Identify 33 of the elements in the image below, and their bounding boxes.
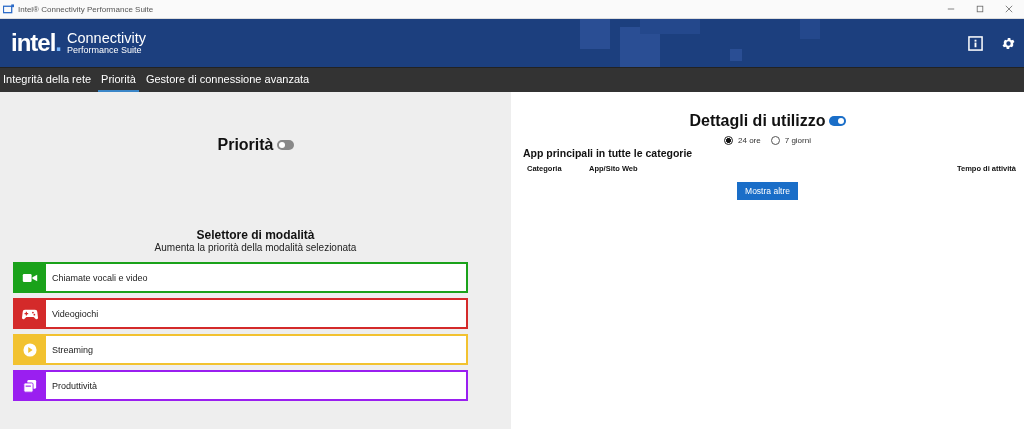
mode-option[interactable]: Chiamate vocali e video — [13, 262, 468, 293]
section-title: Dettagli di utilizzo — [689, 112, 826, 130]
info-icon[interactable] — [968, 35, 983, 51]
toggle-switch[interactable] — [828, 116, 846, 126]
table-title: App principali in tutte le categorie — [523, 147, 694, 159]
brand-logo: intel. — [11, 29, 61, 57]
window-title: Intel® Connectivity Performance Suite — [18, 4, 154, 14]
section-title: Priorità — [217, 136, 274, 154]
mode-label: Chiamate vocali e video — [52, 272, 148, 283]
section-title: Selettore di modalità — [196, 228, 315, 242]
product-name: Connectivity — [67, 31, 146, 46]
radio-button[interactable] — [770, 136, 780, 145]
mode-label: Streaming — [52, 344, 94, 355]
app-icon — [3, 4, 14, 14]
mode-label: Videogiochi — [52, 308, 99, 319]
mode-option[interactable]: Videogiochi — [13, 298, 468, 329]
maximize-icon[interactable] — [976, 5, 984, 13]
radio-button[interactable] — [724, 136, 734, 145]
mode-label: Produttività — [52, 380, 98, 391]
toggle-switch[interactable] — [276, 140, 294, 150]
section-subtitle: Aumenta la priorità della modalità selezionata — [154, 242, 357, 253]
close-icon[interactable] — [1005, 5, 1013, 13]
show-more-button[interactable]: Mostra altre — [737, 182, 798, 200]
nav-tab[interactable]: Gestore di connessione avanzata — [142, 68, 313, 92]
stacked-windows-icon — [21, 378, 38, 393]
radio-label: 24 ore — [738, 136, 761, 145]
play-icon — [21, 342, 38, 357]
mode-option[interactable]: Produttività — [13, 370, 468, 401]
radio-label: 7 giorni — [784, 136, 811, 145]
settings-icon[interactable] — [1001, 35, 1016, 51]
mode-option[interactable]: Streaming — [13, 334, 468, 365]
nav-tab[interactable]: Integrità della rete — [0, 68, 95, 92]
product-subtitle: Performance Suite — [67, 45, 142, 55]
